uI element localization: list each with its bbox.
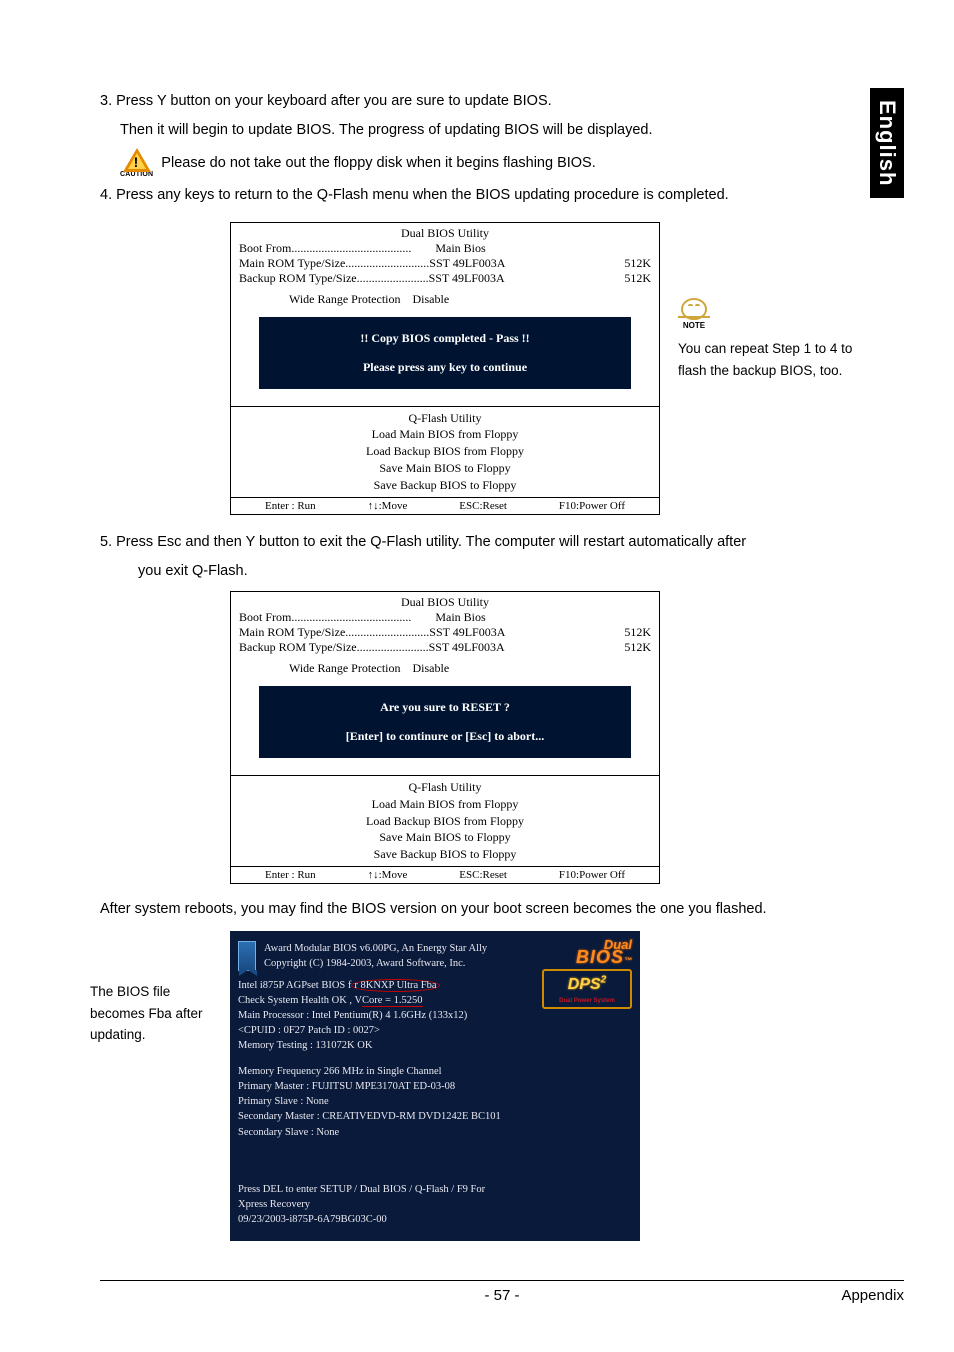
caution-row: CAUTION Please do not take out the flopp…	[120, 148, 904, 178]
u1-mainrom-val: SST 49LF003A	[429, 256, 505, 270]
note-label: NOTE	[683, 319, 705, 332]
u1-msg2: Please press any key to continue	[269, 360, 621, 375]
u1-mainrom-label: Main ROM Type/Size	[239, 256, 345, 270]
u2-msg2: [Enter] to continure or [Esc] to abort..…	[269, 729, 621, 744]
bios-l3: Main Processor : Intel Pentium(R) 4 1.6G…	[238, 1008, 632, 1023]
u1-wide-label: Wide Range Protection	[289, 292, 401, 306]
u2-mainrom-val: SST 49LF003A	[429, 625, 505, 639]
step-3-line1: 3. Press Y button on your keyboard after…	[100, 90, 904, 113]
u2-msg1: Are you sure to RESET ?	[269, 700, 621, 715]
dual-bios-logo: DualBIOS™	[542, 939, 632, 965]
u2-opt-0[interactable]: Load Main BIOS from Floppy	[239, 796, 651, 813]
u2-backuprom-size: 512K	[591, 640, 651, 655]
after-reboot-text: After system reboots, you may find the B…	[100, 898, 904, 921]
u1-backuprom-size: 512K	[591, 271, 651, 286]
u1-opt-0[interactable]: Load Main BIOS from Floppy	[239, 426, 651, 443]
utility2-title: Dual BIOS Utility	[239, 595, 651, 610]
u1-nav-3: F10:Power Off	[559, 500, 625, 512]
bios-f3: 09/23/2003-i875P-6A79BG03C-00	[238, 1212, 632, 1227]
note-icon: NOTE	[678, 298, 710, 332]
u2-bootfrom-value: Main Bios	[435, 610, 485, 625]
u2-mainrom-size: 512K	[591, 625, 651, 640]
bios-l4: <CPUID : 0F27 Patch ID : 0027>	[238, 1023, 632, 1038]
ellipse-highlight: r 8KNXP Ultra Fba	[351, 979, 439, 992]
u2-nav-3: F10:Power Off	[559, 869, 625, 881]
u2-opt-3[interactable]: Save Backup BIOS to Floppy	[239, 846, 651, 863]
u1-opt-2[interactable]: Save Main BIOS to Floppy	[239, 460, 651, 477]
u2-nav-2: ESC:Reset	[459, 869, 507, 881]
bios-l6: Memory Frequency 266 MHz in Single Chann…	[238, 1064, 632, 1079]
u2-mainrom-label: Main ROM Type/Size	[239, 625, 345, 639]
u2-backuprom-val: SST 49LF003A	[429, 640, 505, 654]
note-text: You can repeat Step 1 to 4 to flash the …	[678, 338, 858, 383]
bios-l9: Secondary Master : CREATIVEDVD-RM DVD124…	[238, 1109, 632, 1124]
bios-h1: Award Modular BIOS v6.00PG, An Energy St…	[264, 941, 487, 956]
step-4: 4. Press any keys to return to the Q-Fla…	[100, 184, 904, 207]
u2-bootfrom-label: Boot From	[239, 610, 291, 624]
u1-message-box: !! Copy BIOS completed - Pass !! Please …	[259, 317, 631, 389]
u1-backuprom-val: SST 49LF003A	[429, 271, 505, 285]
bios-l7: Primary Master : FUJITSU MPE3170AT ED-03…	[238, 1079, 632, 1094]
u2-message-box: Are you sure to RESET ? [Enter] to conti…	[259, 686, 631, 758]
u1-bootfrom-label: Boot From	[239, 241, 291, 255]
u1-nav-1: ↑↓:Move	[368, 500, 408, 512]
note-block: NOTE You can repeat Step 1 to 4 to flash…	[678, 298, 858, 383]
caution-text: Please do not take out the floppy disk w…	[161, 155, 595, 171]
u1-nav-0: Enter : Run	[265, 500, 316, 512]
callout-text: The BIOS file becomes Fba after updating…	[90, 981, 220, 1046]
u2-nav-0: Enter : Run	[265, 869, 316, 881]
u2-backuprom-label: Backup ROM Type/Size	[239, 640, 357, 654]
page-content: 3. Press Y button on your keyboard after…	[100, 90, 904, 1241]
dual-bios-utility-2: Dual BIOS Utility Boot From.............…	[230, 591, 660, 884]
bios-l5: Memory Testing : 131072K OK	[238, 1038, 632, 1053]
dps-logo: DPS2 Dual Power System	[542, 969, 632, 1009]
caution-icon: CAUTION	[120, 148, 153, 178]
u1-wide-value: Disable	[413, 292, 450, 306]
u1-qflash-title: Q-Flash Utility	[239, 410, 651, 427]
u1-msg1: !! Copy BIOS completed - Pass !!	[269, 331, 621, 346]
award-ribbon-icon	[238, 941, 256, 971]
u1-opt-3[interactable]: Save Backup BIOS to Floppy	[239, 477, 651, 494]
dual-bios-utility-1: Dual BIOS Utility Boot From.............…	[230, 222, 660, 515]
bios-h2: Copyright (C) 1984-2003, Award Software,…	[264, 956, 487, 971]
bios-l10: Secondary Slave : None	[238, 1125, 632, 1140]
bios-f2: Xpress Recovery	[238, 1197, 632, 1212]
u1-opt-1[interactable]: Load Backup BIOS from Floppy	[239, 443, 651, 460]
page-number: - 57 -	[484, 1287, 519, 1304]
bios-boot-screen: The BIOS file becomes Fba after updating…	[230, 931, 640, 1241]
u2-opt-1[interactable]: Load Backup BIOS from Floppy	[239, 813, 651, 830]
step-3-line2: Then it will begin to update BIOS. The p…	[100, 119, 904, 142]
u2-navrow: Enter : Run ↑↓:Move ESC:Reset F10:Power …	[231, 867, 659, 883]
u2-wide-value: Disable	[413, 661, 450, 675]
step-5-line2: you exit Q-Flash.	[100, 560, 904, 583]
footer-section: Appendix	[841, 1287, 904, 1304]
bios-l8: Primary Slave : None	[238, 1094, 632, 1109]
u1-backuprom-label: Backup ROM Type/Size	[239, 271, 357, 285]
caution-label: CAUTION	[120, 171, 153, 178]
u2-opt-2[interactable]: Save Main BIOS to Floppy	[239, 829, 651, 846]
logo-stack: DualBIOS™ DPS2 Dual Power System	[542, 939, 632, 1009]
step-5-line1: 5. Press Esc and then Y button to exit t…	[100, 531, 904, 554]
page-footer: - 57 - Appendix	[100, 1280, 904, 1304]
u1-bootfrom-value: Main Bios	[435, 241, 485, 256]
u1-mainrom-size: 512K	[591, 256, 651, 271]
u2-wide-label: Wide Range Protection	[289, 661, 401, 675]
u1-nav-2: ESC:Reset	[459, 500, 507, 512]
u2-qflash-title: Q-Flash Utility	[239, 779, 651, 796]
u2-nav-1: ↑↓:Move	[368, 869, 408, 881]
bios-f1: Press DEL to enter SETUP / Dual BIOS / Q…	[238, 1182, 632, 1197]
u1-navrow: Enter : Run ↑↓:Move ESC:Reset F10:Power …	[231, 498, 659, 514]
utility1-title: Dual BIOS Utility	[239, 226, 651, 241]
